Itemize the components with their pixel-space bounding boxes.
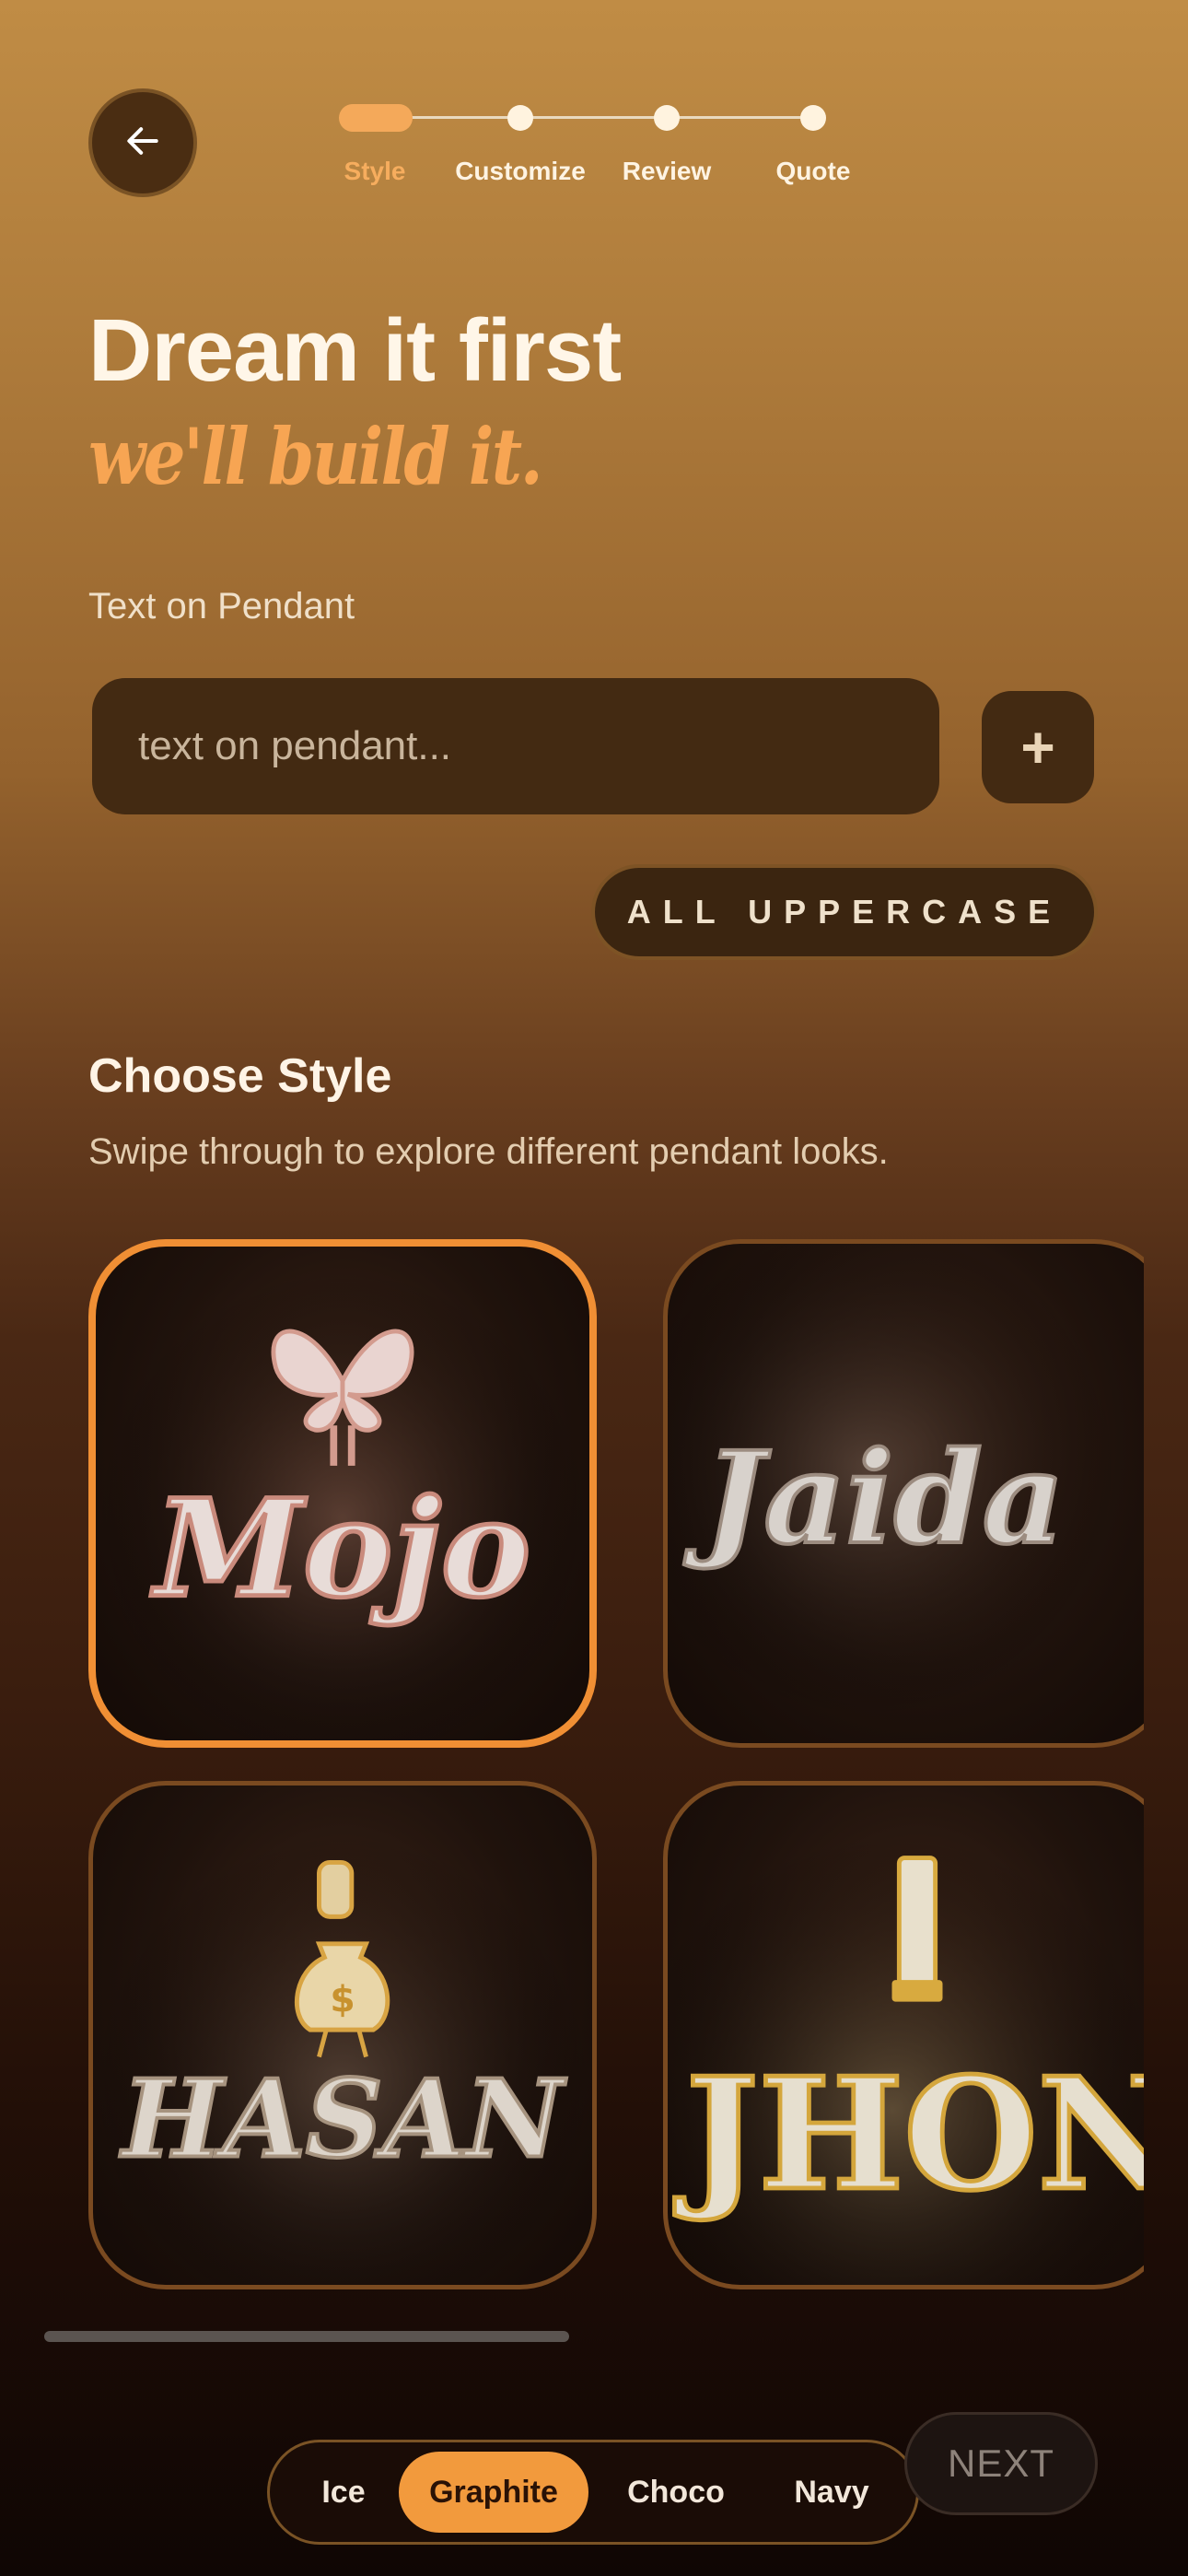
pendant-text-hasan: HASAN <box>120 2057 567 2183</box>
step-indicator-style <box>339 104 413 132</box>
carousel-scrollbar[interactable] <box>44 2331 569 2342</box>
next-button[interactable]: NEXT <box>904 2412 1098 2515</box>
pendant-image-hasan: $ HASAN <box>93 1786 592 2285</box>
step-label-quote[interactable]: Quote <box>721 157 905 186</box>
pendant-image-mojo: Mojo <box>96 1247 589 1740</box>
pendant-text-mojo: Mojo <box>150 1470 530 1628</box>
step-indicator-quote <box>800 105 826 131</box>
pendant-text-label: Text on Pendant <box>88 586 355 626</box>
style-carousel[interactable]: Mojo Jaida $ HASAN JHON <box>0 1235 1144 2303</box>
bail-icon <box>891 1856 943 2002</box>
pendant-text-jaida: Jaida <box>683 1424 1065 1573</box>
theme-option-ice[interactable]: Ice <box>297 2452 390 2533</box>
page-subtitle: we'll build it. <box>88 411 543 502</box>
back-button[interactable] <box>88 88 197 197</box>
svg-text:$: $ <box>330 1979 355 2020</box>
pendant-text-input[interactable] <box>92 678 939 814</box>
pendant-image-jhon: JHON <box>668 1786 1144 2285</box>
stepper-line <box>368 116 820 119</box>
theme-switcher: Ice Graphite Choco Navy <box>267 2440 919 2545</box>
choose-style-subtitle: Swipe through to explore different penda… <box>88 1131 889 1172</box>
theme-option-navy[interactable]: Navy <box>767 2452 896 2533</box>
style-card-jhon[interactable]: JHON <box>663 1781 1144 2289</box>
theme-option-choco[interactable]: Choco <box>607 2452 745 2533</box>
style-card-jaida[interactable]: Jaida <box>663 1239 1144 1748</box>
style-card-mojo[interactable]: Mojo <box>88 1239 597 1748</box>
theme-option-graphite[interactable]: Graphite <box>399 2452 588 2533</box>
pendant-image-jaida: Jaida <box>668 1244 1144 1743</box>
pendant-text-jhon: JHON <box>674 2044 1144 2225</box>
arrow-left-icon <box>122 121 163 166</box>
step-indicator-review <box>654 105 680 131</box>
all-uppercase-toggle[interactable]: ALL UPPERCASE <box>591 864 1098 960</box>
choose-style-heading: Choose Style <box>88 1049 392 1103</box>
add-text-button[interactable]: + <box>982 691 1094 803</box>
plus-icon: + <box>1020 714 1055 780</box>
page-title: Dream it first <box>88 301 622 400</box>
step-indicator-customize <box>507 105 533 131</box>
style-card-hasan[interactable]: $ HASAN <box>88 1781 597 2289</box>
